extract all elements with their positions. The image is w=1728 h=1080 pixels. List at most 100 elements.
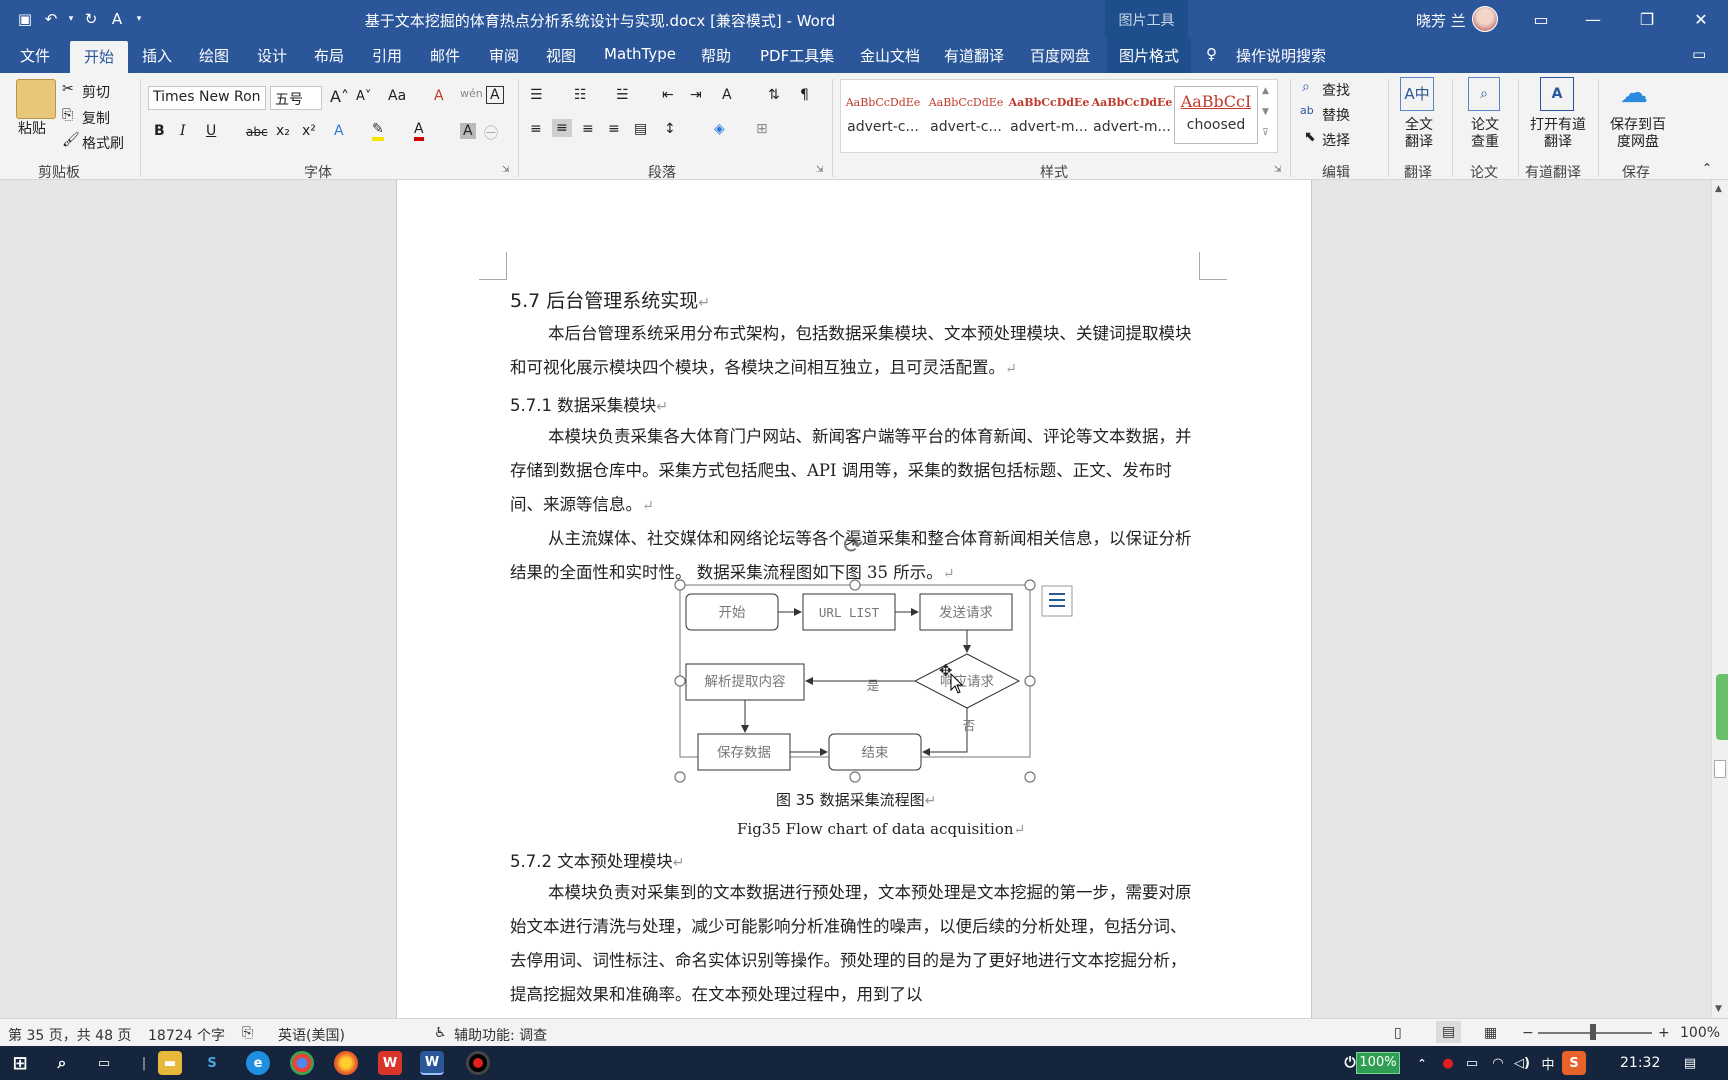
scroll-up-icon[interactable]: ▲ xyxy=(1715,184,1722,194)
tab-references[interactable]: 引用 xyxy=(372,45,402,66)
phonetic-guide-icon[interactable]: wén xyxy=(460,87,483,100)
paste-button[interactable]: 粘贴 xyxy=(18,118,46,138)
print-layout-icon[interactable]: ▤ xyxy=(1436,1021,1462,1043)
word-count[interactable]: 18724 个字 xyxy=(148,1025,225,1045)
superscript-icon[interactable]: x² xyxy=(302,123,316,139)
styles-scroll-icon[interactable]: ▲ ▼ ⊽ xyxy=(1262,81,1269,144)
task-view-icon[interactable]: ▭ xyxy=(92,1051,116,1075)
read-mode-icon[interactable]: ▯ xyxy=(1394,1025,1402,1041)
zoom-slider-thumb[interactable] xyxy=(1590,1024,1596,1040)
style-item[interactable]: AaBbCcDdEe advert-m... xyxy=(1008,86,1090,144)
cut-button[interactable]: 剪切 xyxy=(82,82,110,102)
zoom-out-icon[interactable]: − xyxy=(1522,1025,1534,1041)
tab-file[interactable]: 文件 xyxy=(20,45,50,66)
tab-kingsoft-docs[interactable]: 金山文档 xyxy=(860,45,920,66)
justify-icon[interactable]: ≡ xyxy=(608,121,620,137)
font-name-combo[interactable]: Times New Ron xyxy=(148,86,266,110)
baidu-netdisk-icon[interactable]: ☁ xyxy=(1620,79,1648,107)
document-page[interactable]: 5.7 后台管理系统实现↵ 本后台管理系统采用分布式架构，包括数据采集模块、文本… xyxy=(396,180,1312,1018)
copy-button[interactable]: 复制 xyxy=(82,108,110,128)
increase-indent-icon[interactable]: ⇥ xyxy=(690,87,702,103)
proofing-icon[interactable]: ⎘ xyxy=(242,1025,253,1041)
chrome-icon[interactable] xyxy=(290,1051,314,1075)
align-center-icon[interactable]: ≡ xyxy=(552,119,572,137)
volume-icon[interactable]: ◁) xyxy=(1510,1051,1534,1075)
borders-icon[interactable]: ⊞ xyxy=(756,121,768,137)
avatar[interactable] xyxy=(1472,6,1498,32)
strikethrough-icon[interactable]: abc xyxy=(246,125,268,139)
windows-start-icon[interactable]: ⊞ xyxy=(8,1051,32,1075)
restore-icon[interactable]: ❐ xyxy=(1622,0,1672,38)
tab-help[interactable]: 帮助 xyxy=(701,45,731,66)
font-color-icon[interactable]: A xyxy=(414,121,424,141)
tab-youdao[interactable]: 有道翻译 xyxy=(944,45,1004,66)
underline-icon[interactable]: U xyxy=(206,123,216,139)
full-translate-button[interactable]: 全文翻译 xyxy=(1402,117,1436,151)
wps-icon[interactable]: W xyxy=(378,1051,402,1075)
format-painter-icon[interactable]: 🖌 xyxy=(62,132,80,148)
scroll-down-icon[interactable]: ▼ xyxy=(1715,1004,1722,1014)
tab-draw[interactable]: 绘图 xyxy=(199,45,229,66)
battery-indicator[interactable]: 100% xyxy=(1356,1052,1400,1074)
vertical-scrollbar[interactable]: ▲ ▼ xyxy=(1711,180,1728,1018)
minimize-icon[interactable]: — xyxy=(1568,0,1618,38)
font-size-combo[interactable]: 五号 xyxy=(270,86,322,110)
firefox-icon[interactable] xyxy=(334,1051,358,1075)
close-icon[interactable]: ✕ xyxy=(1676,0,1726,38)
style-item[interactable]: AaBbCcI choosed xyxy=(1174,86,1258,144)
font-dialog-launcher-icon[interactable]: ⇲ xyxy=(502,165,510,175)
notifications-icon[interactable]: ▤ xyxy=(1678,1051,1702,1075)
word-icon[interactable]: W xyxy=(420,1051,444,1075)
accessibility-status[interactable]: 辅助功能: 调查 xyxy=(454,1025,547,1045)
tab-home[interactable]: 开始 xyxy=(70,41,129,73)
shading-icon[interactable]: ◈ xyxy=(714,121,725,137)
user-name[interactable]: 晓芳 兰 xyxy=(1416,10,1466,31)
align-right-icon[interactable]: ≡ xyxy=(582,121,594,137)
show-hidden-icons-icon[interactable]: ⌃ xyxy=(1410,1051,1434,1075)
show-marks-icon[interactable]: ¶ xyxy=(800,87,809,103)
scroll-thumb[interactable] xyxy=(1714,760,1726,778)
enclose-char-icon[interactable]: ㊀ xyxy=(484,123,498,143)
sogou-ime-icon[interactable]: S xyxy=(1562,1051,1586,1075)
change-case-icon[interactable]: Aa xyxy=(388,88,406,104)
paragraph-dialog-launcher-icon[interactable]: ⇲ xyxy=(816,165,824,175)
decrease-indent-icon[interactable]: ⇤ xyxy=(662,87,674,103)
tab-design[interactable]: 设计 xyxy=(257,45,287,66)
numbering-icon[interactable]: ☷ xyxy=(574,87,587,103)
record-tray-icon[interactable]: ● xyxy=(1436,1051,1460,1075)
bold-icon[interactable]: B xyxy=(154,123,165,139)
clear-format-icon[interactable]: A xyxy=(434,88,444,104)
style-item[interactable]: AaBbCcDdEe advert-m... xyxy=(1091,86,1173,144)
sogou-icon[interactable]: S xyxy=(200,1051,224,1075)
recorder-icon[interactable] xyxy=(466,1051,490,1075)
align-left-icon[interactable]: ≡ xyxy=(530,121,542,137)
page-count[interactable]: 第 35 页，共 48 页 xyxy=(8,1025,131,1045)
file-explorer-icon[interactable]: ▬ xyxy=(158,1051,182,1075)
highlight-icon[interactable]: ✎ xyxy=(372,121,384,141)
side-widget[interactable] xyxy=(1716,674,1728,740)
tab-pdf-tools[interactable]: PDF工具集 xyxy=(760,45,834,66)
edge-icon[interactable]: e xyxy=(246,1051,270,1075)
format-painter-button[interactable]: 格式刷 xyxy=(82,133,124,153)
tab-review[interactable]: 审阅 xyxy=(489,45,519,66)
chinese-layout-icon[interactable]: A xyxy=(722,87,732,103)
zoom-in-icon[interactable]: + xyxy=(1658,1025,1670,1041)
shrink-font-icon[interactable]: A˅ xyxy=(356,89,371,104)
replace-icon[interactable]: ab xyxy=(1300,104,1314,117)
distributed-icon[interactable]: ▤ xyxy=(634,121,647,137)
open-youdao-button[interactable]: 打开有道翻译 xyxy=(1528,117,1588,151)
find-icon[interactable]: ⌕ xyxy=(1302,79,1310,95)
line-spacing-icon[interactable]: ↕ xyxy=(664,121,676,137)
copy-icon[interactable]: ⎘ xyxy=(62,107,73,123)
replace-button[interactable]: 替换 xyxy=(1322,105,1350,125)
ime-indicator[interactable]: 中 xyxy=(1536,1051,1560,1075)
char-shading-icon[interactable]: A xyxy=(460,123,476,139)
save-to-netdisk-button[interactable]: 保存到百度网盘 xyxy=(1606,117,1670,151)
youdao-icon[interactable]: A xyxy=(1540,77,1574,111)
clock[interactable]: 21:32 xyxy=(1620,1055,1660,1071)
style-item[interactable]: AaBbCcDdEe advert-c... xyxy=(925,86,1007,144)
select-button[interactable]: 选择 xyxy=(1322,130,1350,150)
comments-icon[interactable]: ▭ xyxy=(1692,45,1706,63)
text-effects-icon[interactable]: A xyxy=(334,123,344,139)
language[interactable]: 英语(美国) xyxy=(278,1025,345,1045)
